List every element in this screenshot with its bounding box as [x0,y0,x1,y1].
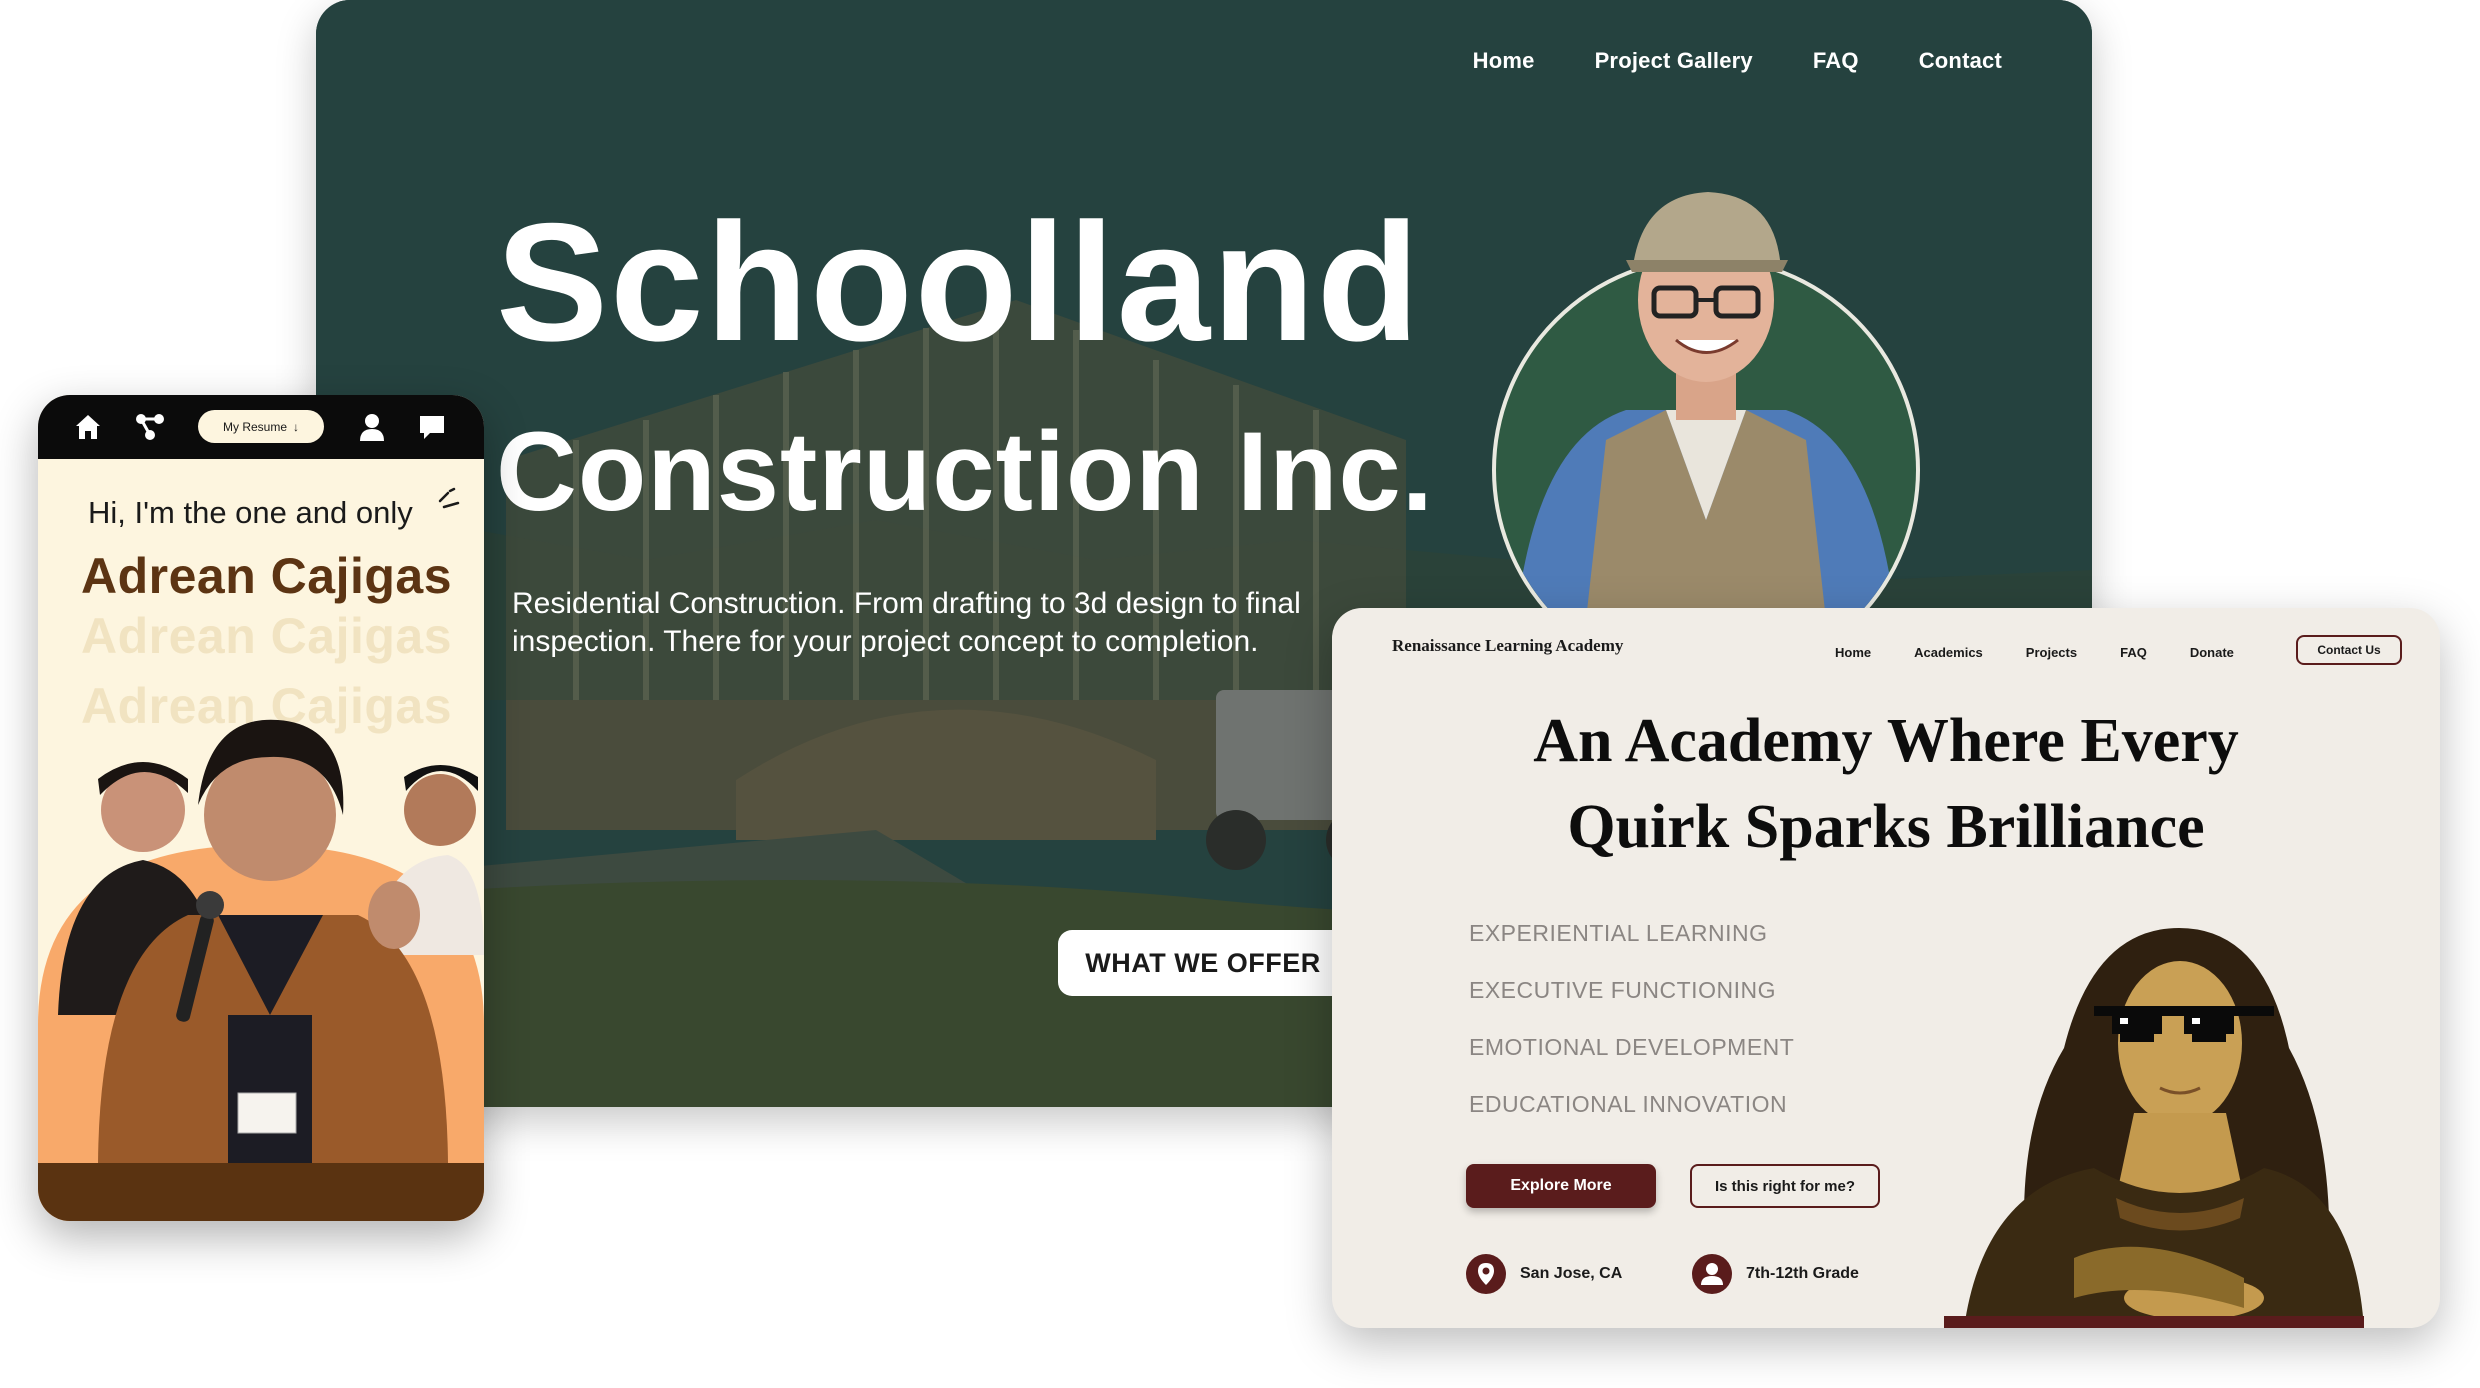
grades-text: 7th-12th Grade [1746,1265,1859,1282]
location-info: San Jose, CA [1466,1254,1622,1294]
resume-name: Adrean Cajigas [81,548,453,604]
academy-nav-faq[interactable]: FAQ [2120,645,2147,660]
schoolland-title: Schoolland [496,188,1422,376]
academy-nav: Home Academics Projects FAQ Donate [1835,645,2234,660]
pillar-item: EXPERIENTIAL LEARNING [1469,920,1768,946]
arrow-down-icon: ↓ [293,419,299,434]
chat-icon[interactable] [416,411,448,443]
speaker-photo-collage [38,719,484,1221]
nav-faq-link[interactable]: FAQ [1813,48,1859,74]
home-icon[interactable] [72,411,104,443]
share-nodes-icon[interactable] [134,411,166,443]
location-pin-icon [1466,1254,1506,1294]
pillar-item: EDUCATIONAL INNOVATION [1469,1091,1788,1117]
what-we-offer-button[interactable]: WHAT WE OFFER [1058,930,1348,996]
my-resume-button[interactable]: My Resume ↓ [198,410,324,443]
resume-nav-bar: My Resume ↓ [38,395,484,459]
my-resume-label: My Resume [222,419,287,434]
resume-mobile-card: My Resume ↓ Hi, I'm the one and only Adr… [38,395,484,1221]
academy-logo[interactable]: Renaissance Learning Academy [1392,636,1623,656]
grades-info: 7th-12th Grade [1692,1254,1859,1294]
academy-pillars: EXPERIENTIAL LEARNING EXECUTIVE FUNCTION… [1469,920,1794,1148]
resume-greeting: Hi, I'm the one and only [88,495,413,530]
academy-nav-home[interactable]: Home [1835,645,1871,660]
schoolland-description: Residential Construction. From drafting … [512,587,1301,658]
academy-headline: An Academy Where Every [1533,707,2239,775]
explore-more-button[interactable]: Explore More [1466,1164,1656,1208]
sparkle-icon [438,487,460,509]
resume-name-echo: Adrean Cajigas [81,608,453,664]
pillar-item: EMOTIONAL DEVELOPMENT [1469,1034,1795,1060]
is-this-right-button[interactable]: Is this right for me? [1690,1164,1880,1208]
academy-site-card: Renaissance Learning Academy Home Academ… [1332,608,2440,1328]
location-text: San Jose, CA [1520,1265,1623,1282]
mona-lisa-sunglasses-image [1944,928,2364,1328]
schoolland-subtitle: Construction Inc. [496,409,1434,534]
owner-portrait [1492,192,1920,620]
academy-nav-projects[interactable]: Projects [2026,645,2077,660]
nav-project-gallery-link[interactable]: Project Gallery [1595,48,1753,74]
nav-contact-link[interactable]: Contact [1919,48,2002,74]
academy-nav-academics[interactable]: Academics [1914,645,1983,660]
nav-home-link[interactable]: Home [1473,48,1535,74]
academy-headline-line2: Quirk Sparks Brilliance [1567,793,2205,861]
pillar-item: EXECUTIVE FUNCTIONING [1469,977,1776,1003]
person-icon [1692,1254,1732,1294]
academy-nav-donate[interactable]: Donate [2190,645,2234,660]
user-icon[interactable] [356,411,388,443]
schoolland-nav: Home Project Gallery FAQ Contact [1473,48,2002,74]
contact-us-button[interactable]: Contact Us [2296,635,2402,665]
